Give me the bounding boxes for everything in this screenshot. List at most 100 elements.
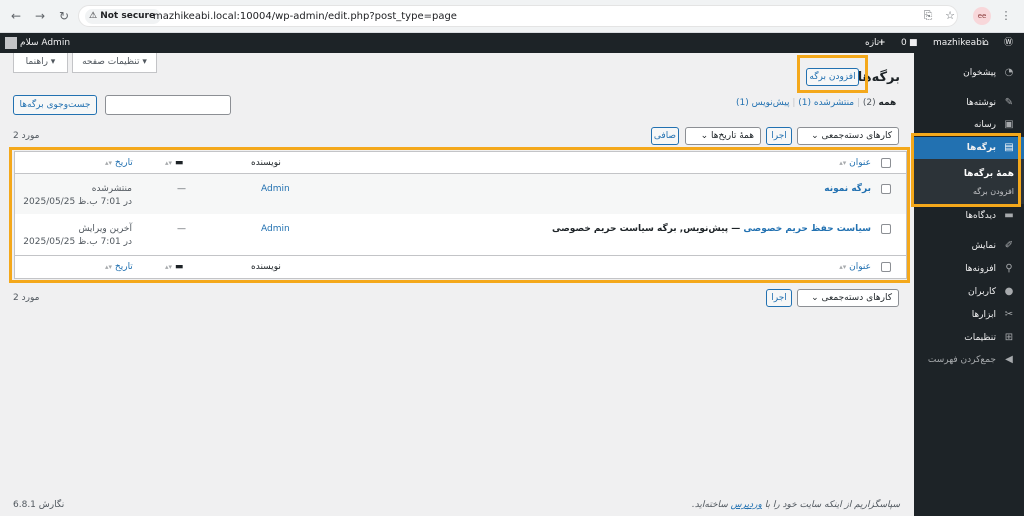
filter-all[interactable]: همه bbox=[879, 98, 897, 108]
home-icon[interactable]: ⌂ bbox=[983, 37, 989, 49]
filter-button[interactable]: صافی bbox=[651, 127, 679, 145]
row-title-link[interactable]: سیاست حفظ حریم خصوصی bbox=[743, 224, 871, 234]
filter-all-count: (2) bbox=[862, 98, 876, 108]
sidebar-collapse[interactable]: جمع‌کردن فهرست ◀ bbox=[914, 349, 1024, 371]
sort-icon: ▴▾ bbox=[839, 263, 847, 271]
row-status: منتشرشده bbox=[91, 184, 132, 194]
sort-icon: ▴▾ bbox=[165, 159, 173, 167]
address-bar[interactable]: ⚠ Not secure mazhikeabi.local:10004/wp-a… bbox=[78, 5, 958, 27]
search-pages-button[interactable]: جست‌وجوی برگه‌ها bbox=[13, 95, 97, 115]
select-all-checkbox[interactable] bbox=[881, 158, 891, 168]
bulk-actions-value: کارهای دسته‌جمعی bbox=[821, 293, 892, 303]
row-comments: — bbox=[177, 184, 186, 194]
bulk-actions-select-bottom[interactable]: ⌄ کارهای دسته‌جمعی bbox=[797, 289, 899, 307]
not-secure-badge[interactable]: ⚠ Not secure bbox=[85, 9, 162, 24]
column-title-header[interactable]: ▴▾ عنوان bbox=[839, 157, 871, 169]
sidebar-item-label: برگه‌ها bbox=[966, 143, 996, 153]
comment-bubble-icon: ▬ bbox=[174, 262, 184, 272]
forward-icon[interactable]: → bbox=[32, 8, 48, 24]
tools-icon: ✂ bbox=[1004, 309, 1014, 320]
page-icon: ▤ bbox=[1004, 142, 1014, 153]
bookmark-star-icon[interactable]: ☆ bbox=[942, 8, 958, 24]
row-author-link[interactable]: Admin bbox=[261, 183, 290, 195]
sidebar-item-media[interactable]: رسانه ▣ bbox=[914, 114, 1024, 136]
row-status: آخرین ویرایش bbox=[78, 224, 132, 234]
sidebar-item-label: نوشته‌ها bbox=[966, 98, 996, 108]
column-date-label: تاریخ bbox=[114, 262, 133, 272]
sidebar-item-pages[interactable]: برگه‌ها ▤ bbox=[914, 137, 1024, 159]
column-title-footer[interactable]: ▴▾ عنوان bbox=[839, 261, 871, 273]
greeting[interactable]: سلام Admin bbox=[20, 37, 70, 49]
sidebar-item-label: افزونه‌ها bbox=[965, 264, 996, 274]
filter-published[interactable]: منتشرشده (1) bbox=[798, 98, 854, 108]
submenu-add-page[interactable]: افزودن برگه bbox=[973, 186, 1014, 198]
sidebar-item-tools[interactable]: ابزارها ✂ bbox=[914, 304, 1024, 326]
bulk-actions-select-top[interactable]: ⌄ کارهای دسته‌جمعی bbox=[797, 127, 899, 145]
submenu-all-pages[interactable]: همهٔ برگه‌ها bbox=[964, 168, 1014, 180]
row-comments: — bbox=[177, 224, 186, 234]
comment-bubble-icon: ▬ bbox=[174, 158, 184, 168]
table-header: ▴▾ عنوان نویسنده ▴▾ ▬ ▴▾ تاریخ bbox=[15, 152, 906, 174]
column-title-label: عنوان bbox=[849, 262, 871, 272]
sidebar-item-users[interactable]: کاربران ● bbox=[914, 281, 1024, 303]
row-title-link[interactable]: برگه نمونه bbox=[824, 183, 871, 195]
sidebar-item-label: تنظیمات bbox=[964, 333, 996, 343]
back-icon[interactable]: ← bbox=[8, 8, 24, 24]
url-text: mazhikeabi.local:10004/wp-admin/edit.php… bbox=[153, 11, 457, 22]
sidebar-item-label: ابزارها bbox=[971, 310, 996, 320]
add-new-page-button[interactable]: افزودن برگه bbox=[806, 68, 859, 86]
pages-table: ▴▾ عنوان نویسنده ▴▾ ▬ ▴▾ تاریخ برگه نمون… bbox=[14, 151, 907, 279]
column-author-footer: نویسنده bbox=[251, 262, 281, 272]
page-title: برگه‌ها bbox=[857, 70, 900, 85]
search-input[interactable] bbox=[105, 95, 231, 115]
not-secure-label: Not secure bbox=[100, 11, 156, 21]
items-count-top: 2 مورد bbox=[13, 131, 40, 141]
date-filter-select[interactable]: ⌄ همهٔ تاریخ‌ها bbox=[685, 127, 761, 145]
row-date: 2025/05/25 در 7:01 ب.ظ bbox=[23, 197, 132, 207]
sidebar-item-appearance[interactable]: نمایش ✐ bbox=[914, 235, 1024, 257]
row-title-cell: سیاست حفظ حریم خصوصی — پیش‌نویس, برگه سی… bbox=[552, 223, 871, 235]
sidebar-item-posts[interactable]: نوشته‌ها ✎ bbox=[914, 92, 1024, 114]
row-title-state: — پیش‌نویس, برگه سیاست حریم خصوصی bbox=[552, 224, 744, 234]
row-checkbox[interactable] bbox=[881, 184, 891, 194]
sidebar-item-dashboard[interactable]: پیشخوان ◔ bbox=[914, 62, 1024, 84]
column-comments-footer[interactable]: ▴▾ ▬ bbox=[165, 261, 183, 273]
footer-thanks-end: ساخته‌اید. bbox=[691, 500, 731, 510]
column-author-header: نویسنده bbox=[251, 158, 281, 168]
apply-button-top[interactable]: اجرا bbox=[766, 127, 792, 145]
site-name-link[interactable]: mazhikeabi bbox=[933, 37, 984, 49]
wordpress-link[interactable]: وردپرس bbox=[731, 500, 762, 510]
appearance-icon: ✐ bbox=[1004, 240, 1014, 251]
column-comments-header[interactable]: ▴▾ ▬ bbox=[165, 157, 183, 169]
plus-icon[interactable]: + bbox=[878, 37, 886, 49]
column-date-header[interactable]: ▴▾ تاریخ bbox=[105, 157, 133, 169]
table-row: برگه نمونه Admin — منتشرشده 2025/05/25 د… bbox=[15, 174, 906, 214]
sidebar-item-comments[interactable]: دیدگاه‌ها ▬ bbox=[914, 205, 1024, 227]
help-button[interactable]: راهنما ▾ bbox=[13, 53, 68, 73]
status-filters: همه (2) | منتشرشده (1) | پیش‌نویس (1) bbox=[736, 97, 896, 109]
sort-icon: ▴▾ bbox=[105, 159, 113, 167]
more-menu-icon[interactable]: ⋮ bbox=[998, 8, 1014, 24]
sidebar-item-plugins[interactable]: افزونه‌ها ⚲ bbox=[914, 258, 1024, 280]
screen-options-button[interactable]: تنظیمات صفحه ▾ bbox=[72, 53, 157, 73]
apply-button-bottom[interactable]: اجرا bbox=[766, 289, 792, 307]
browser-toolbar: ← → ↻ ⚠ Not secure mazhikeabi.local:1000… bbox=[0, 0, 1024, 33]
column-date-footer[interactable]: ▴▾ تاریخ bbox=[105, 261, 133, 273]
wp-admin-bar: سلام Admin تازه + 0 ■ mazhikeabi ⌂ Ⓦ bbox=[0, 33, 1024, 53]
select-all-checkbox-bottom[interactable] bbox=[881, 262, 891, 272]
items-count-bottom: 2 مورد bbox=[13, 293, 40, 303]
sort-icon: ▴▾ bbox=[165, 263, 173, 271]
avatar[interactable] bbox=[5, 37, 17, 49]
comments-count[interactable]: 0 bbox=[901, 37, 907, 49]
table-row: سیاست حفظ حریم خصوصی — پیش‌نویس, برگه سی… bbox=[15, 214, 906, 256]
wordpress-logo-icon[interactable]: Ⓦ bbox=[1004, 37, 1013, 49]
column-date-label: تاریخ bbox=[114, 158, 133, 168]
row-author-link[interactable]: Admin bbox=[261, 223, 290, 235]
filter-draft[interactable]: پیش‌نویس (1) bbox=[736, 98, 789, 108]
translate-icon[interactable]: ⎘ bbox=[920, 8, 936, 24]
reload-icon[interactable]: ↻ bbox=[56, 8, 72, 24]
profile-avatar[interactable]: ee bbox=[973, 7, 991, 25]
row-checkbox[interactable] bbox=[881, 224, 891, 234]
bulk-actions-value: کارهای دسته‌جمعی bbox=[821, 131, 892, 141]
sidebar-item-settings[interactable]: تنظیمات ⊞ bbox=[914, 327, 1024, 349]
